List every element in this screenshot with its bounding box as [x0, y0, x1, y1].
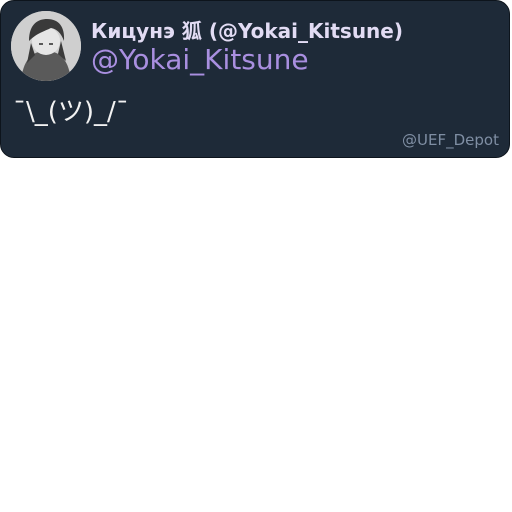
user-handle[interactable]: @Yokai_Kitsune	[91, 43, 309, 76]
display-name[interactable]: Кицунэ 狐 (@Yokai_Kitsune)	[91, 15, 403, 44]
avatar-image	[11, 11, 81, 81]
user-avatar-icon[interactable]	[11, 11, 81, 81]
quote-card: Кицунэ 狐 (@Yokai_Kitsune) @Yokai_Kitsune…	[0, 0, 510, 158]
message-text: ¯\_(ツ)_/¯	[13, 97, 129, 127]
watermark-label: @UEF_Depot	[402, 131, 499, 149]
